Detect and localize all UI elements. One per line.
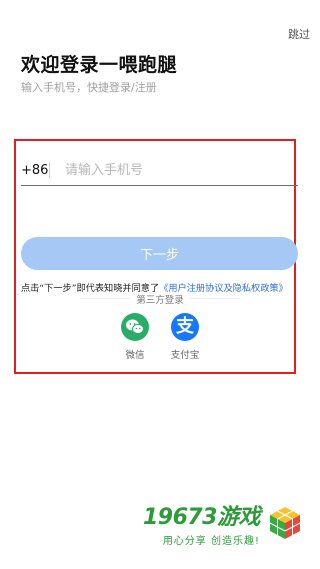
alipay-label: 支付宝 (170, 350, 200, 361)
alipay-icon: 支 (171, 313, 199, 341)
watermark-brand: 19673游戏 (142, 505, 261, 530)
phone-input[interactable] (59, 162, 265, 178)
watermark-slogan: 用心分享 创造乐趣! (162, 536, 260, 547)
next-button[interactable]: 下一步 (21, 237, 298, 270)
watermark-logo: 19673游戏 用心分享 创造乐趣! (143, 499, 302, 547)
wechat-label: 微信 (125, 350, 145, 361)
page-title: 欢迎登录一喂跑腿 (21, 54, 178, 76)
country-code-selector[interactable]: +86 (21, 163, 49, 178)
divider (49, 162, 50, 178)
alipay-glyph: 支 (176, 316, 194, 337)
cube-logo-icon (269, 507, 301, 539)
alipay-login-button[interactable]: 支 支付宝 (160, 313, 210, 361)
wechat-icon (121, 313, 149, 341)
third-party-title-text: 第三方登录 (130, 295, 190, 306)
page-subtitle: 输入手机号，快捷登录/注册 (21, 81, 157, 94)
third-party-title: 第三方登录 (0, 292, 320, 306)
skip-button[interactable]: 跳过 (288, 26, 310, 42)
watermark-text: 19673游戏 用心分享 创造乐趣! (142, 499, 261, 547)
phone-row: +86 (21, 155, 298, 186)
wechat-login-button[interactable]: 微信 (110, 313, 160, 361)
